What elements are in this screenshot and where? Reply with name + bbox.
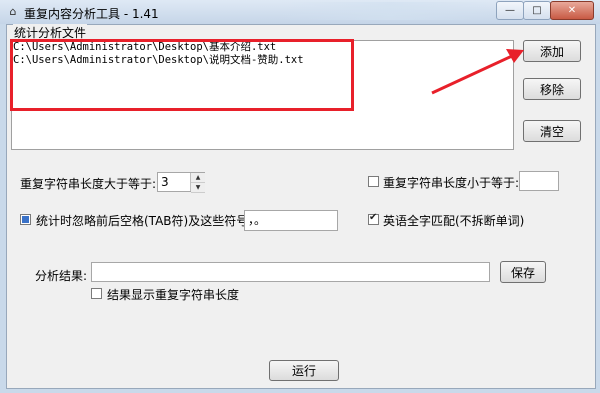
annotation-arrow-icon xyxy=(431,49,524,95)
